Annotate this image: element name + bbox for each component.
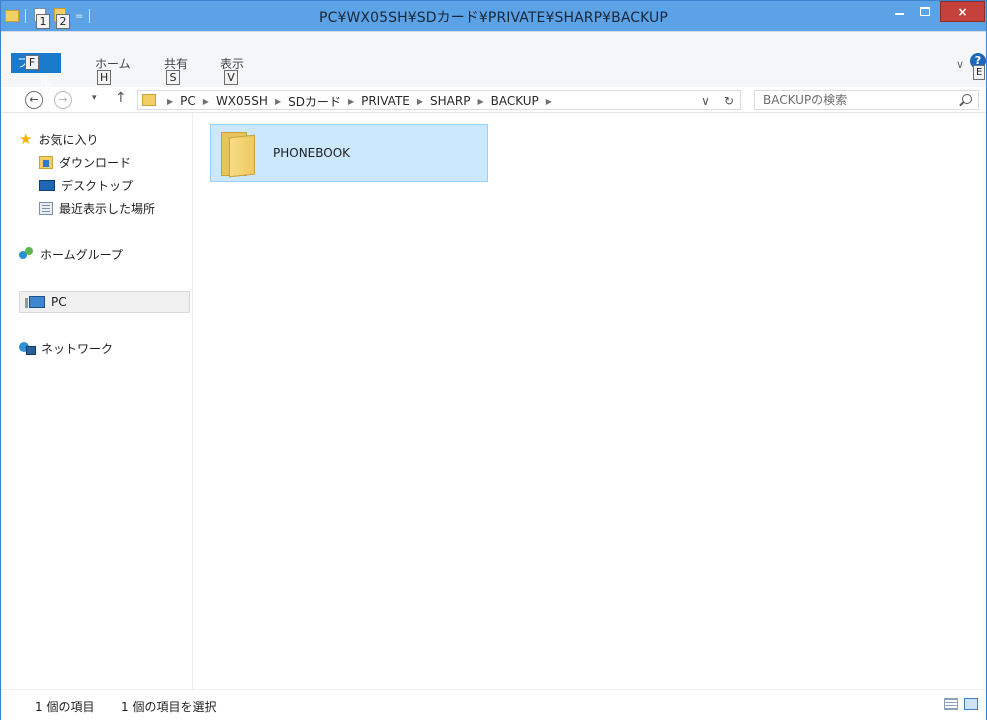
star-icon: ★: [19, 129, 33, 148]
folder-icon: [217, 130, 259, 178]
maximize-button[interactable]: [912, 1, 938, 22]
expand-ribbon-button[interactable]: ∨: [956, 58, 964, 71]
keytip-s: S: [166, 70, 180, 85]
nav-item-network[interactable]: ネットワーク: [19, 338, 113, 358]
maximize-icon: [920, 7, 930, 16]
details-view-icon[interactable]: [944, 698, 958, 710]
breadcrumb-private[interactable]: PRIVATE: [361, 94, 410, 108]
address-dropdown-button[interactable]: ∨: [701, 94, 710, 108]
recent-locations-button[interactable]: ▾: [92, 93, 97, 103]
address-bar: ← → ▾ ↑ ▶ PC ▶ WX05SH ▶ SDカード ▶ PRIVATE …: [1, 87, 986, 113]
nav-item-label: お気に入り: [38, 132, 99, 147]
breadcrumb-path: ▶ PC ▶ WX05SH ▶ SDカード ▶ PRIVATE ▶ SHARP …: [160, 92, 559, 110]
up-button[interactable]: ↑: [115, 90, 127, 106]
breadcrumb-sharp[interactable]: SHARP: [430, 94, 470, 108]
nav-item-label: 最近表示した場所: [59, 201, 156, 216]
title-bar[interactable]: 1 2 = PC¥WX05SH¥SDカード¥PRIVATE¥SHARP¥BACK…: [1, 1, 986, 31]
status-bar: 1 個の項目 1 個の項目を選択: [1, 689, 986, 720]
desktop-icon: [39, 179, 55, 191]
minimize-icon: [894, 12, 904, 15]
homegroup-icon: [19, 247, 34, 261]
breadcrumb-arrow-icon[interactable]: ▶: [203, 97, 209, 106]
nav-item-downloads[interactable]: ダウンロード: [39, 152, 131, 172]
nav-item-label: PC: [51, 295, 67, 309]
breadcrumb-backup[interactable]: BACKUP: [491, 94, 539, 108]
address-tools: ∨ ↻: [701, 92, 734, 110]
keytip-v: V: [224, 70, 238, 85]
breadcrumb-arrow-icon[interactable]: ▶: [348, 97, 354, 106]
refresh-button[interactable]: ↻: [724, 94, 734, 108]
selected-count: 1 個の項目を選択: [121, 700, 217, 714]
ribbon-tabs: フ F ル ホーム H 共有 S 表示 V ∨ ? E: [1, 31, 986, 90]
nav-item-label: デスクトップ: [61, 178, 134, 193]
location-folder-icon: [142, 94, 156, 106]
breadcrumb-arrow-icon: ▶: [167, 96, 174, 106]
navigation-pane: ★ お気に入り ダウンロード デスクトップ 最近表示した場所 ホームグループ P…: [1, 113, 193, 689]
content-area: ★ お気に入り ダウンロード デスクトップ 最近表示した場所 ホームグループ P…: [1, 113, 986, 689]
breadcrumb-arrow-icon[interactable]: ▶: [417, 97, 423, 106]
forward-button[interactable]: →: [54, 91, 72, 109]
search-input[interactable]: [755, 91, 945, 109]
tab-view-label: 表示: [220, 57, 245, 71]
nav-item-pc[interactable]: PC: [19, 291, 190, 313]
search-box[interactable]: [754, 90, 979, 110]
tab-home[interactable]: ホーム H: [95, 54, 131, 85]
keytip-e: E: [973, 65, 986, 80]
item-name: PHONEBOOK: [273, 146, 351, 160]
breadcrumb-pc[interactable]: PC: [180, 94, 196, 108]
keytip-h: H: [97, 70, 112, 85]
nav-item-favorites[interactable]: ★ お気に入り: [19, 129, 98, 149]
nav-item-desktop[interactable]: デスクトップ: [39, 175, 133, 195]
tab-share[interactable]: 共有 S: [164, 54, 189, 85]
download-icon: [39, 155, 53, 169]
breadcrumb[interactable]: ▶ PC ▶ WX05SH ▶ SDカード ▶ PRIVATE ▶ SHARP …: [137, 90, 741, 110]
pc-icon: [25, 296, 45, 308]
network-icon: [19, 341, 36, 355]
nav-item-label: ホームグループ: [40, 247, 123, 262]
tab-view[interactable]: 表示 V: [220, 54, 245, 85]
back-button[interactable]: ←: [25, 91, 43, 109]
window-title: PC¥WX05SH¥SDカード¥PRIVATE¥SHARP¥BACKUP: [319, 10, 668, 26]
breadcrumb-arrow-icon[interactable]: ▶: [275, 97, 281, 106]
breadcrumb-sdcard[interactable]: SDカード: [288, 93, 341, 110]
folder-front-shape: [229, 134, 255, 178]
tab-file[interactable]: フ F ル: [11, 53, 61, 90]
nav-item-homegroup[interactable]: ホームグループ: [19, 244, 123, 264]
keytip-f: F: [25, 55, 39, 70]
explorer-window: 1 2 = PC¥WX05SH¥SDカード¥PRIVATE¥SHARP¥BACK…: [0, 0, 987, 720]
breadcrumb-wx05sh[interactable]: WX05SH: [216, 94, 268, 108]
nav-item-label: ダウンロード: [59, 155, 132, 170]
recent-places-icon: [39, 201, 53, 215]
tab-share-label: 共有: [164, 57, 189, 71]
breadcrumb-arrow-icon[interactable]: ▶: [477, 97, 483, 106]
minimize-button[interactable]: [886, 1, 912, 22]
search-icon[interactable]: [962, 94, 972, 104]
item-count: 1 個の項目: [35, 700, 95, 714]
file-list[interactable]: PHONEBOOK: [194, 113, 986, 689]
nav-item-recent-places[interactable]: 最近表示した場所: [39, 198, 155, 218]
view-switcher: [944, 698, 978, 710]
close-button[interactable]: ×: [940, 1, 985, 22]
breadcrumb-arrow-icon[interactable]: ▶: [546, 97, 552, 106]
nav-item-label: ネットワーク: [41, 341, 114, 356]
large-icons-view-icon[interactable]: [964, 698, 978, 710]
list-item[interactable]: PHONEBOOK: [210, 124, 488, 182]
tab-home-label: ホーム: [95, 57, 131, 71]
